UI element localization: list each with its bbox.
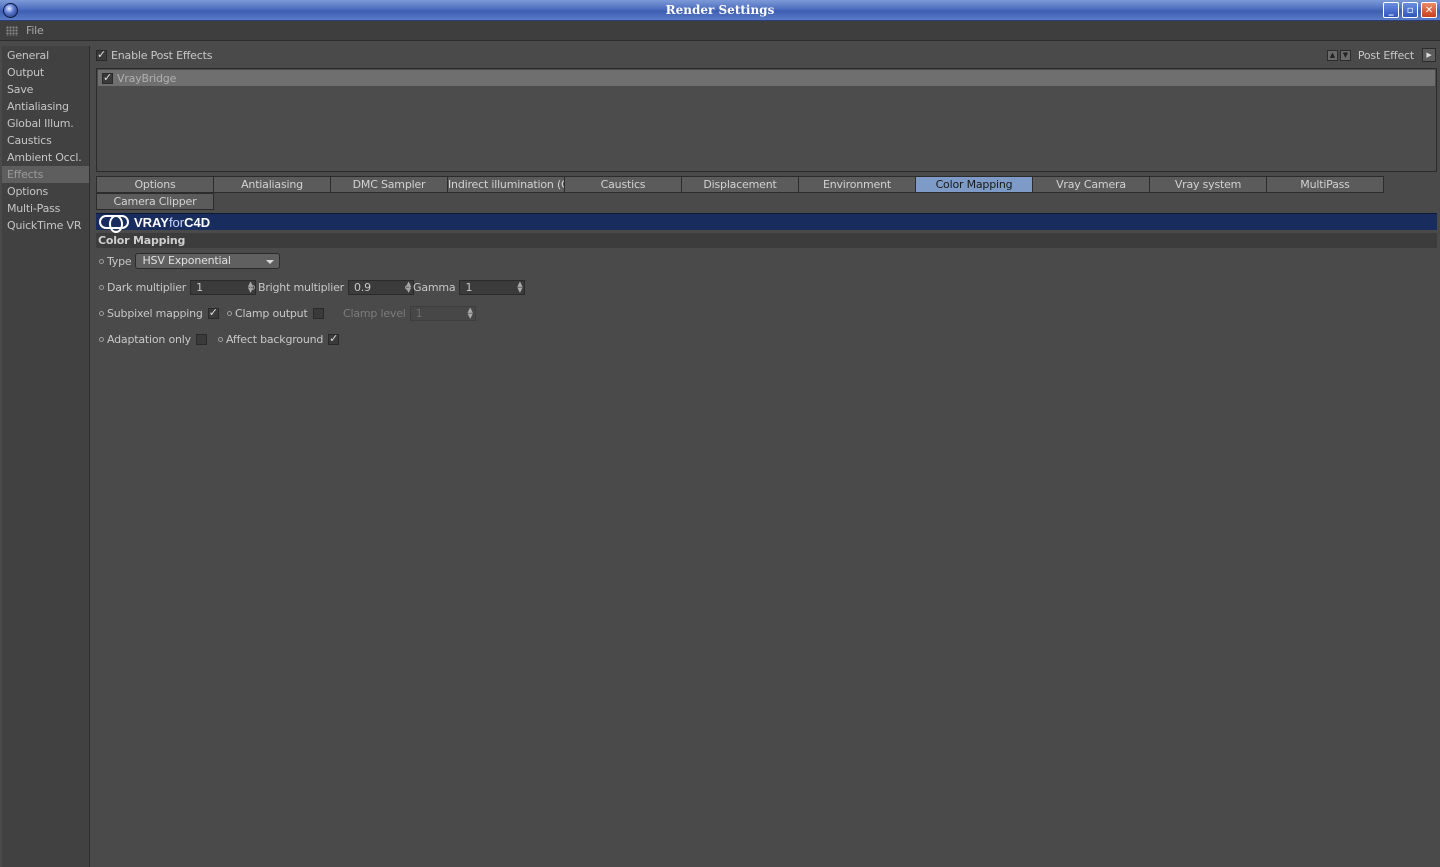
dark-multiplier-input[interactable]: 1 ▲ ▼ <box>190 279 257 295</box>
move-down-icon[interactable]: ▼ <box>1339 49 1351 61</box>
animate-dot-icon[interactable] <box>250 284 255 290</box>
spinner-icon: ▲ ▼ <box>467 305 473 320</box>
enable-post-effects-row: Enable Post Effects <box>96 47 212 63</box>
tab-color-mapping[interactable]: Color Mapping <box>915 176 1033 193</box>
affect-background-field: Affect background <box>218 330 340 348</box>
tab-caustics[interactable]: Caustics <box>564 176 682 193</box>
sidebar-item-options[interactable]: Options <box>2 183 89 200</box>
tab-options[interactable]: Options <box>96 176 214 193</box>
bright-multiplier-label: Bright multiplier <box>258 280 344 294</box>
clamp-level-field: Clamp level 1 ▲ ▼ <box>343 304 476 322</box>
dark-multiplier-field: Dark multiplier 1 ▲ ▼ <box>99 278 257 296</box>
type-label: Type <box>107 254 132 268</box>
clamp-level-label: Clamp level <box>343 306 406 320</box>
vray-brand-text: VRAYforC4D <box>134 214 211 230</box>
tab-indirect-illumination[interactable]: Indirect illumination (GI) <box>447 176 565 193</box>
title-bar: Render Settings _ ▫ ✕ <box>0 0 1440 21</box>
sidebar-item-effects[interactable]: Effects <box>2 166 89 183</box>
maximize-button[interactable]: ▫ <box>1402 2 1418 18</box>
dark-multiplier-label: Dark multiplier <box>107 280 187 294</box>
vray-banner: VRAYforC4D <box>96 213 1437 233</box>
type-dropdown[interactable]: HSV Exponential <box>135 253 281 269</box>
affect-background-checkbox[interactable] <box>328 332 340 345</box>
post-effect-controls: ▲ ▼ Post Effect ▶ <box>1325 47 1436 63</box>
gamma-input[interactable]: 1 ▲ ▼ <box>459 279 526 295</box>
sidebar-item-quicktime-vr[interactable]: QuickTime VR <box>2 217 89 234</box>
subpixel-mapping-field: Subpixel mapping <box>99 304 219 322</box>
sidebar-item-save[interactable]: Save <box>2 81 89 98</box>
close-button[interactable]: ✕ <box>1421 2 1437 18</box>
grip-icon[interactable] <box>6 26 18 36</box>
adaptation-only-field: Adaptation only <box>99 330 207 348</box>
list-item[interactable]: VrayBridge <box>98 70 1435 86</box>
vray-logo: VRAYforC4D <box>99 214 211 233</box>
tab-environment[interactable]: Environment <box>798 176 916 193</box>
adaptation-only-checkbox[interactable] <box>195 333 207 345</box>
tab-camera-clipper[interactable]: Camera Clipper <box>96 193 214 210</box>
sidebar-item-ambient-occl[interactable]: Ambient Occl. <box>2 149 89 166</box>
clamp-output-checkbox[interactable] <box>312 307 324 319</box>
animate-dot-icon[interactable] <box>99 258 104 264</box>
sidebar-item-multi-pass[interactable]: Multi-Pass <box>2 200 89 217</box>
post-effect-label[interactable]: Post Effect <box>1358 49 1414 62</box>
animate-dot-icon[interactable] <box>405 284 410 290</box>
vraybridge-checkbox[interactable] <box>102 71 113 84</box>
affect-background-label: Affect background <box>226 332 324 346</box>
sidebar-item-general[interactable]: General <box>2 47 89 64</box>
menu-file[interactable]: File <box>26 24 44 37</box>
settings-sidebar: General Output Save Antialiasing Global … <box>2 46 90 867</box>
window-title: Render Settings <box>665 3 775 17</box>
animate-dot-icon[interactable] <box>218 336 223 342</box>
menu-bar: File <box>0 21 1440 41</box>
spinner-icon[interactable]: ▲ ▼ <box>517 280 522 293</box>
animate-dot-icon[interactable] <box>99 284 104 290</box>
type-field: Type HSV Exponential <box>99 252 281 270</box>
bright-multiplier-field: Bright multiplier 0.9 ▲ ▼ <box>250 278 414 296</box>
chevron-down-icon <box>266 260 275 264</box>
animate-dot-icon[interactable] <box>227 310 232 316</box>
post-effect-menu-button[interactable]: ▶ <box>1422 48 1436 62</box>
clamp-level-input: 1 ▲ ▼ <box>409 305 476 321</box>
animate-dot-icon[interactable] <box>99 336 104 342</box>
adaptation-only-label: Adaptation only <box>107 332 191 346</box>
section-title: Color Mapping <box>96 233 1437 248</box>
tab-vray-system[interactable]: Vray system <box>1149 176 1267 193</box>
tab-antialiasing[interactable]: Antialiasing <box>213 176 331 193</box>
gamma-label: Gamma <box>413 280 456 294</box>
sidebar-item-output[interactable]: Output <box>2 64 89 81</box>
effects-list[interactable]: VrayBridge <box>96 68 1437 172</box>
minimize-button[interactable]: _ <box>1383 2 1399 18</box>
tab-multipass[interactable]: MultiPass <box>1266 176 1384 193</box>
vraybridge-label: VrayBridge <box>117 71 177 85</box>
clamp-output-label: Clamp output <box>235 306 308 320</box>
sidebar-item-antialiasing[interactable]: Antialiasing <box>2 98 89 115</box>
enable-post-effects-label: Enable Post Effects <box>111 48 213 62</box>
tab-dmc-sampler[interactable]: DMC Sampler <box>330 176 448 193</box>
animate-dot-icon[interactable] <box>99 310 104 316</box>
clamp-output-field: Clamp output <box>227 304 324 322</box>
move-up-icon[interactable]: ▲ <box>1326 49 1338 61</box>
subpixel-mapping-checkbox[interactable] <box>207 306 219 319</box>
tab-displacement[interactable]: Displacement <box>681 176 799 193</box>
sidebar-item-caustics[interactable]: Caustics <box>2 132 89 149</box>
subpixel-mapping-label: Subpixel mapping <box>107 306 203 320</box>
tab-vray-camera[interactable]: Vray Camera <box>1032 176 1150 193</box>
sidebar-item-global-illum[interactable]: Global Illum. <box>2 115 89 132</box>
vray-logo-icon <box>99 215 129 233</box>
gamma-field: Gamma 1 ▲ ▼ <box>405 278 526 296</box>
enable-post-effects-checkbox[interactable] <box>96 48 107 61</box>
